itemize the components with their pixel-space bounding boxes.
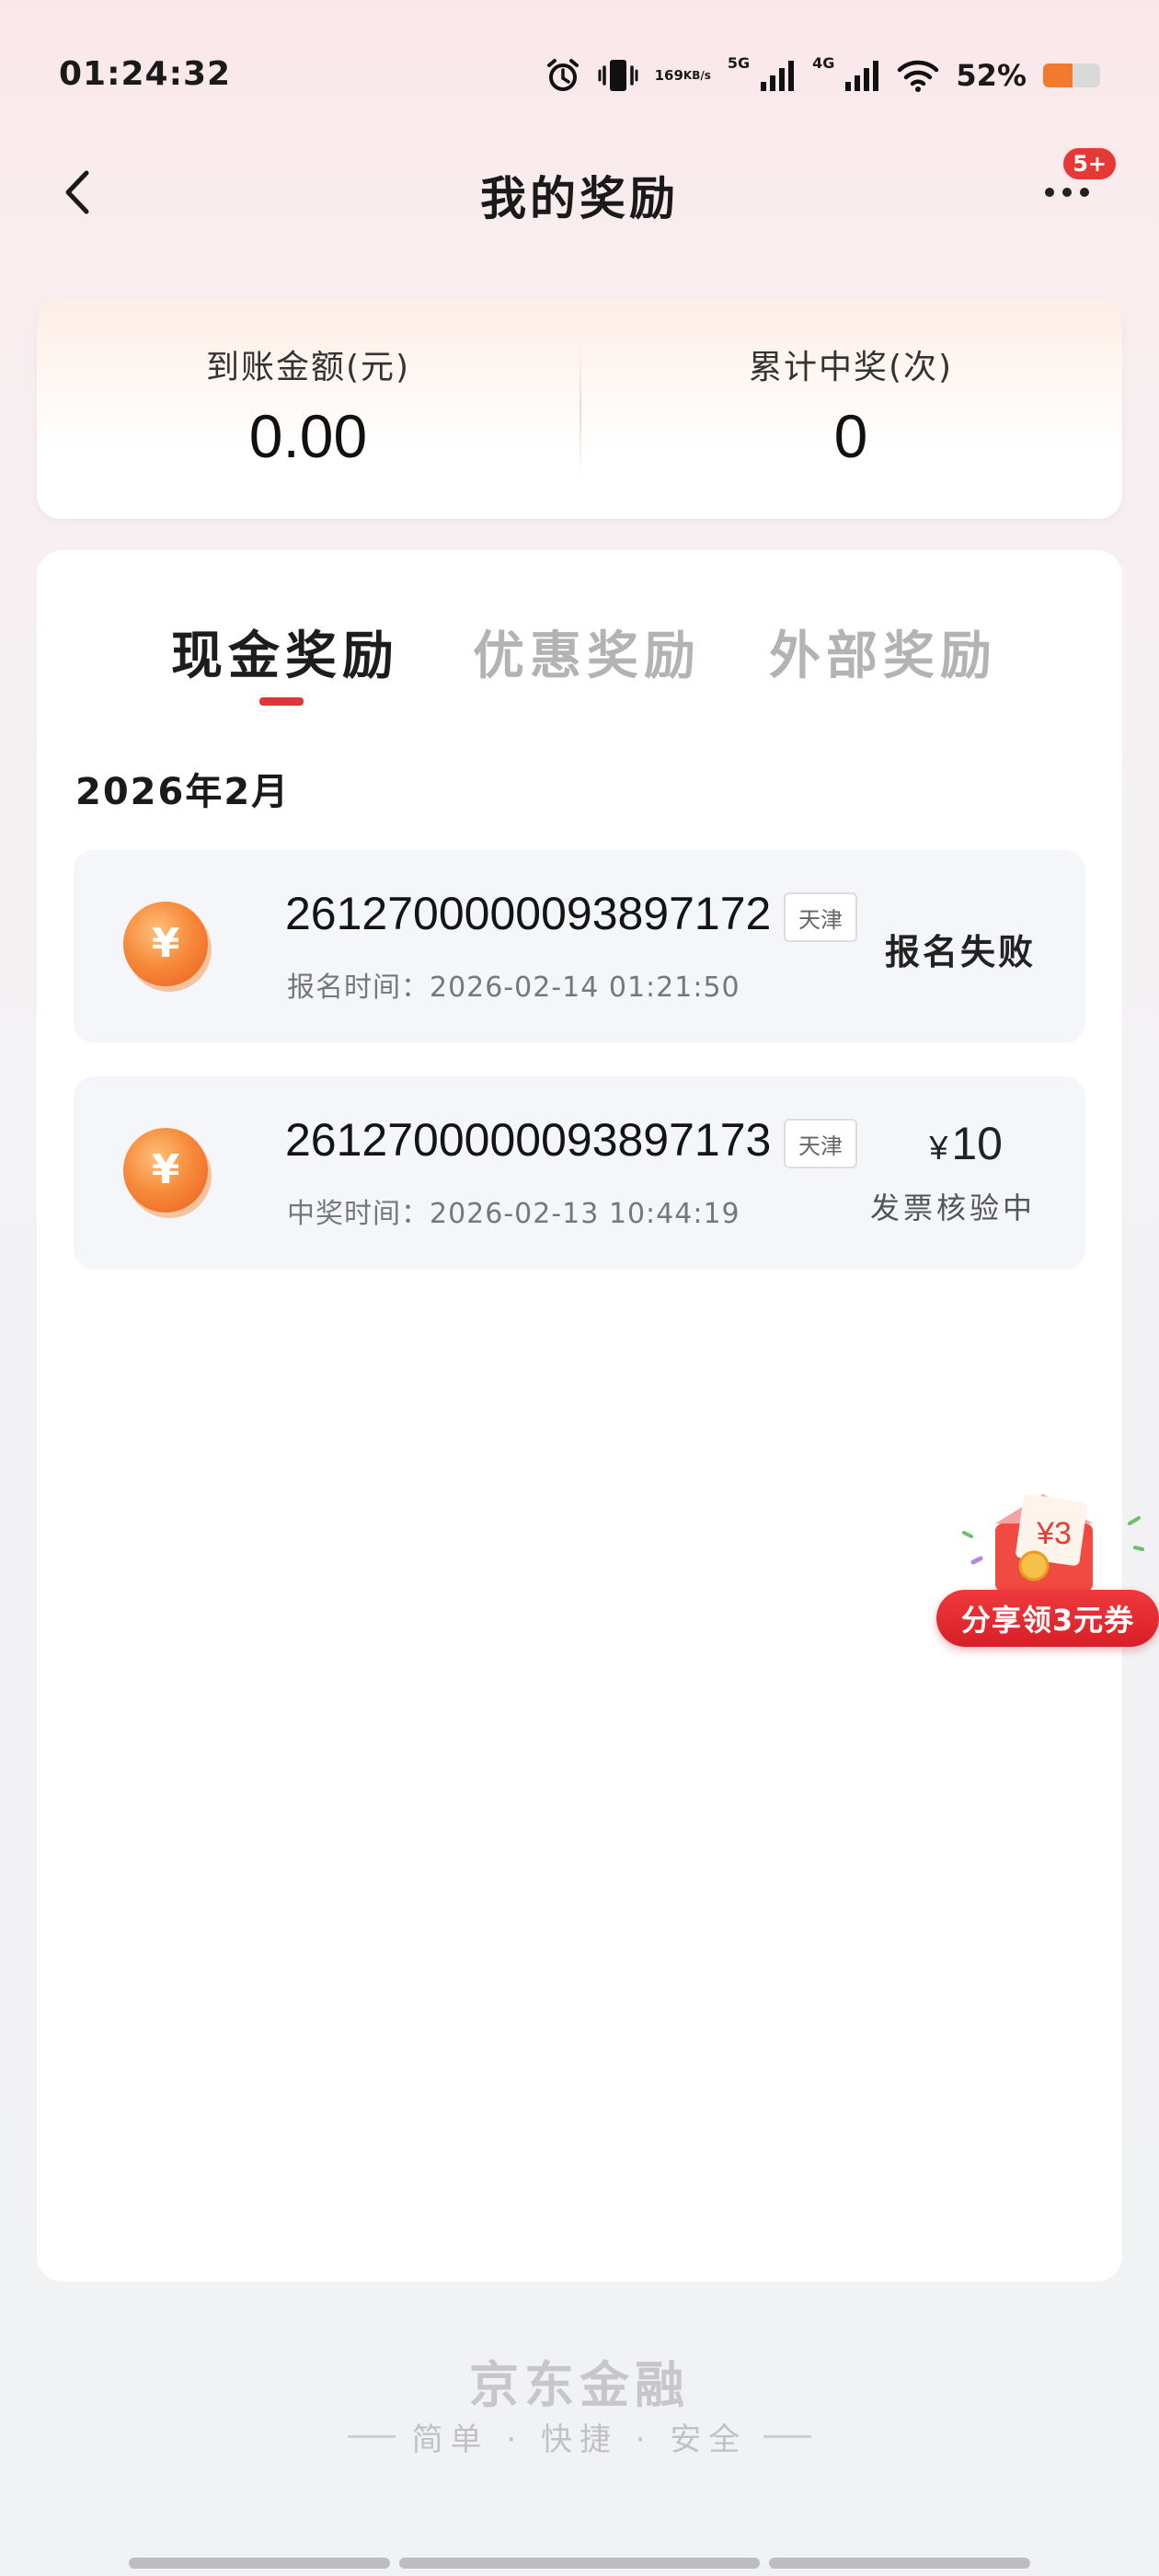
- cell-signal-icon-2: [843, 60, 880, 91]
- promo-label[interactable]: 分享领3元券: [936, 1590, 1159, 1647]
- currency-symbol: ¥: [929, 1129, 948, 1167]
- battery-percent: 52%: [956, 58, 1027, 93]
- record-id: 2612700000093897173: [285, 1114, 772, 1166]
- slogan-line-right: [763, 2435, 812, 2438]
- reward-record[interactable]: ¥ 2612700000093897173 天津 中奖时间：2026-02-13…: [74, 1076, 1085, 1270]
- month-header: 2026年2月: [75, 771, 291, 813]
- promo-coupon-text: ¥3: [1036, 1516, 1072, 1551]
- wifi-icon: [897, 59, 939, 92]
- record-amount: ¥10: [929, 1117, 1003, 1170]
- record-time-label: 报名时间：: [287, 972, 430, 1004]
- status-icons: 169 KB/s 5G 4G 52%: [545, 52, 1100, 99]
- page-title: 我的奖励: [480, 172, 679, 225]
- sig1-label: 5G: [727, 53, 751, 72]
- svg-text:¥: ¥: [152, 1146, 180, 1193]
- sig2-label: 4G: [812, 53, 835, 72]
- amount-label: 到账金额(元): [205, 349, 411, 386]
- summary-card: 到账金额(元) 0.00 累计中奖(次) 0: [37, 300, 1122, 519]
- count-value: 0: [833, 402, 868, 470]
- more-dot: [1080, 188, 1089, 197]
- record-time-value: 2026-02-14 01:21:50: [430, 972, 740, 1004]
- region-tag: 天津: [784, 892, 857, 942]
- brand-logo-text: 京东金融: [469, 2356, 690, 2414]
- battery-fill: [1043, 63, 1073, 87]
- more-dot: [1062, 188, 1072, 197]
- cell-signal-icon: [759, 60, 796, 91]
- red-envelope-icon: ¥3: [962, 1494, 1144, 1592]
- region-tag: 天津: [784, 1119, 857, 1168]
- more-dot: [1045, 188, 1054, 197]
- status-time: 01:24:32: [59, 55, 232, 93]
- alarm-icon: [545, 57, 581, 94]
- vibrate-icon: [598, 57, 638, 94]
- tab-cash-rewards[interactable]: 现金奖励: [171, 615, 399, 689]
- share-coupon-promo[interactable]: ¥3 分享领3元券: [936, 1487, 1159, 1652]
- yuan-coin-icon: ¥: [121, 898, 213, 995]
- record-time: 报名时间：2026-02-14 01:21:50: [287, 964, 740, 1005]
- slogan-line-left: [347, 2435, 396, 2438]
- record-time: 中奖时间：2026-02-13 10:44:19: [287, 1190, 740, 1231]
- battery-icon: [1043, 63, 1100, 87]
- rewards-card: 现金奖励 优惠奖励 外部奖励 2026年2月 ¥ 261270000009389…: [37, 550, 1122, 2282]
- record-id: 2612700000093897172: [285, 888, 772, 939]
- tab-discount-rewards[interactable]: 优惠奖励: [473, 615, 701, 689]
- record-status: 报名失败: [884, 932, 1036, 972]
- tab-external-rewards[interactable]: 外部奖励: [769, 615, 997, 689]
- amount-value: 10: [951, 1118, 1003, 1169]
- nav-bar-segment: [399, 2558, 760, 2569]
- nav-bar-segment: [769, 2558, 1030, 2569]
- nav-bar-segment: [129, 2558, 390, 2569]
- amount-summary: 到账金额(元) 0.00: [37, 300, 580, 519]
- amount-value: 0.00: [248, 402, 368, 470]
- record-time-label: 中奖时间：: [287, 1198, 430, 1230]
- active-tab-indicator: [259, 697, 304, 706]
- brand-slogan: 简单 · 快捷 · 安全: [0, 2414, 1159, 2459]
- count-summary: 累计中奖(次) 0: [580, 300, 1122, 519]
- record-time-value: 2026-02-13 10:44:19: [430, 1198, 740, 1230]
- count-label: 累计中奖(次): [748, 349, 954, 386]
- notification-badge: 5+: [1061, 145, 1119, 182]
- reward-record[interactable]: ¥ 2612700000093897172 天津 报名时间：2026-02-14…: [74, 850, 1085, 1043]
- net-speed: 169 KB/s: [654, 67, 711, 84]
- yuan-coin-icon: ¥: [121, 1124, 213, 1222]
- slogan-text: 简单 · 快捷 · 安全: [411, 2421, 748, 2458]
- record-status: 发票核验中: [869, 1190, 1036, 1225]
- svg-text:¥: ¥: [152, 920, 180, 967]
